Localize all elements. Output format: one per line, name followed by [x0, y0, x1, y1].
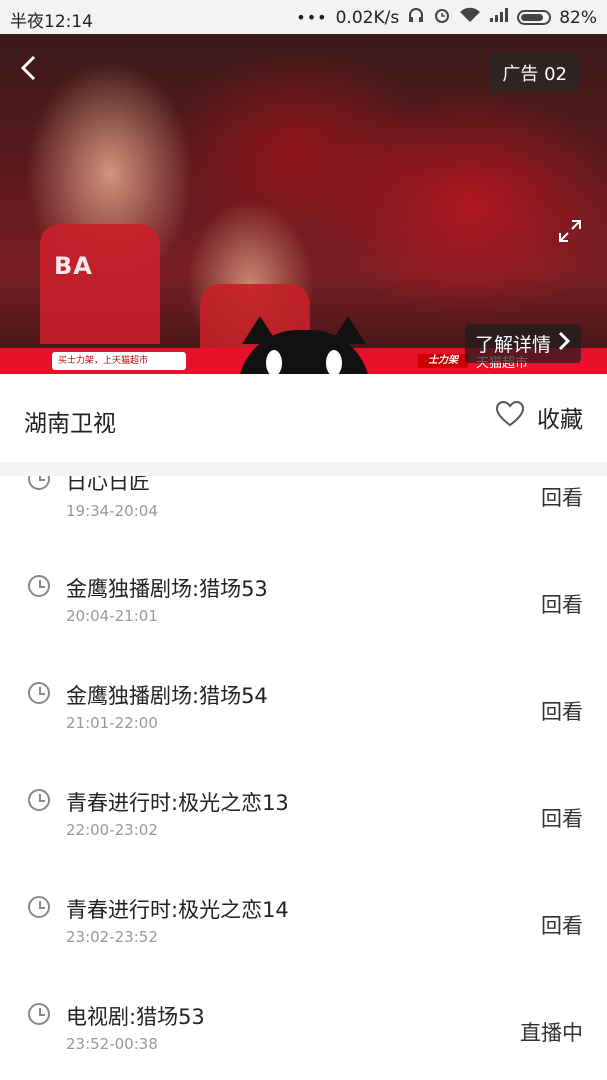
channel-header: 湖南卫视 收藏: [0, 374, 607, 463]
ad-search-box: 买士力架，上天猫超市: [52, 352, 186, 370]
replay-button[interactable]: 回看: [541, 696, 583, 726]
alarm-icon: [433, 6, 451, 29]
tmall-cat-logo: [238, 316, 370, 374]
program-title: 日心日匠: [66, 476, 150, 494]
learn-more-button[interactable]: 了解详情: [464, 324, 581, 363]
replay-button[interactable]: 回看: [541, 482, 583, 512]
program-time: 22:00-23:02: [66, 821, 158, 839]
cat-eye-right: [326, 350, 342, 374]
learn-more-label: 了解详情: [474, 334, 551, 356]
clock-icon: [28, 896, 50, 918]
fullscreen-icon[interactable]: [557, 218, 583, 250]
ad-brand-logo: 士力架: [418, 354, 468, 368]
program-title: 电视剧:猎场53: [66, 1005, 205, 1029]
wifi-icon: [459, 7, 481, 28]
clock-icon: [28, 476, 50, 490]
status-icons: ••• 0.02K/s 82%: [296, 6, 597, 29]
replay-button[interactable]: 回看: [541, 589, 583, 619]
video-player[interactable]: BA 买士力架，上天猫超市 士力架 天猫超市 广告 02 了解详情: [0, 34, 607, 374]
back-chevron-icon: [18, 55, 38, 90]
program-row[interactable]: 金鹰独播剧场:猎场54 21:01-22:00 回看: [0, 662, 607, 769]
signal-icon: [489, 7, 509, 28]
ad-countdown-badge[interactable]: 广告 02: [490, 54, 579, 92]
clock-icon: [28, 682, 50, 704]
back-button[interactable]: [18, 54, 38, 88]
clock-icon: [28, 1003, 50, 1025]
status-bar: 半夜12:14 ••• 0.02K/s 82%: [0, 0, 607, 34]
divider: [0, 462, 607, 476]
favorite-label: 收藏: [537, 407, 583, 433]
program-title: 金鹰独播剧场:猎场53: [66, 577, 268, 601]
status-time: 半夜12:14: [10, 12, 93, 32]
ad-image-jersey: BA: [40, 224, 160, 344]
cat-eye-left: [266, 350, 282, 374]
program-title: 金鹰独播剧场:猎场54: [66, 684, 268, 708]
program-time: 23:02-23:52: [66, 928, 158, 946]
program-title: 青春进行时:极光之恋13: [66, 791, 289, 815]
program-time: 21:01-22:00: [66, 714, 158, 732]
headphone-icon: [407, 6, 425, 29]
program-row[interactable]: 青春进行时:极光之恋13 22:00-23:02 回看: [0, 769, 607, 876]
chevron-right-icon: [557, 331, 571, 356]
replay-button[interactable]: 回看: [541, 803, 583, 833]
program-time: 19:34-20:04: [66, 502, 158, 520]
program-time: 23:52-00:38: [66, 1035, 158, 1053]
clock-icon: [28, 789, 50, 811]
favorite-button[interactable]: 收藏: [495, 400, 583, 434]
battery-icon: [517, 10, 552, 25]
live-now-button[interactable]: 直播中: [520, 1017, 583, 1047]
program-time: 20:04-21:01: [66, 607, 158, 625]
network-speed: 0.02K/s: [335, 7, 400, 28]
program-row[interactable]: 电视剧:猎场53 23:52-00:38 直播中: [0, 983, 607, 1080]
program-row[interactable]: 青春进行时:极光之恋14 23:02-23:52 回看: [0, 876, 607, 983]
channel-name: 湖南卫视: [24, 411, 116, 437]
battery-percent: 82%: [559, 7, 597, 28]
program-row[interactable]: 日心日匠 19:34-20:04 回看: [0, 476, 607, 555]
program-list[interactable]: 日心日匠 19:34-20:04 回看 金鹰独播剧场:猎场53 20:04-21…: [0, 476, 607, 1080]
heart-icon: [495, 400, 525, 434]
program-row[interactable]: 金鹰独播剧场:猎场53 20:04-21:01 回看: [0, 555, 607, 662]
replay-button[interactable]: 回看: [541, 910, 583, 940]
more-dots-icon: •••: [296, 8, 328, 27]
clock-icon: [28, 575, 50, 597]
program-title: 青春进行时:极光之恋14: [66, 898, 289, 922]
